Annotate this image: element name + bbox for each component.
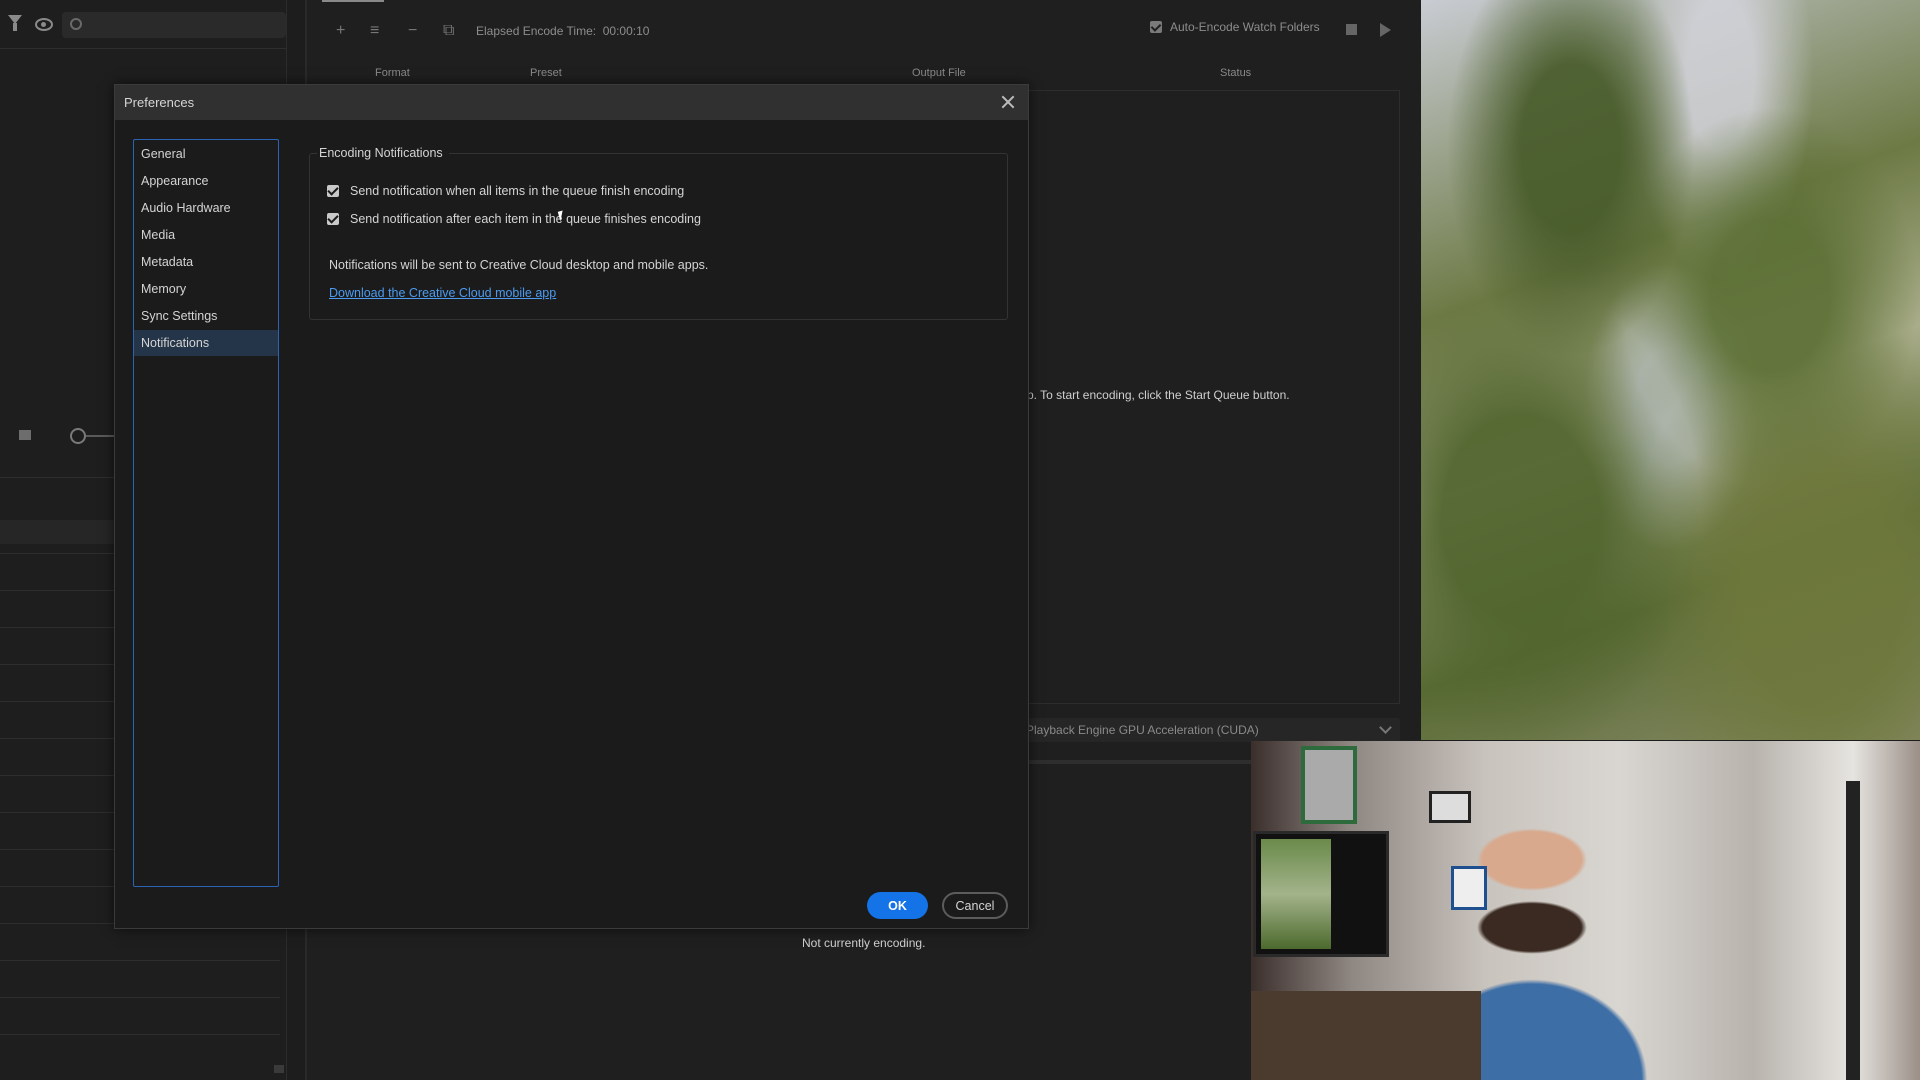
category-memory[interactable]: Memory: [134, 276, 278, 302]
search-input[interactable]: [62, 12, 286, 38]
zoom-slider-track[interactable]: [86, 435, 116, 437]
scrollbar[interactable]: [274, 1065, 284, 1073]
column-header-preset[interactable]: Preset: [530, 67, 562, 79]
notification-info-text: Notifications will be sent to Creative C…: [329, 258, 709, 272]
notify-each-item-checkbox[interactable]: [327, 213, 339, 225]
renderer-select[interactable]: Playback Engine GPU Acceleration (CUDA): [1022, 718, 1400, 742]
renderer-value: Playback Engine GPU Acceleration (CUDA): [1026, 723, 1259, 737]
auto-encode-toggle[interactable]: Auto-Encode Watch Folders: [1150, 20, 1320, 34]
row-divider: [0, 1034, 280, 1035]
remove-icon[interactable]: −: [408, 22, 417, 40]
panel-splitter[interactable]: [1022, 760, 1252, 764]
category-audio-hardware[interactable]: Audio Hardware: [134, 195, 278, 221]
webcam-overlay: [1251, 741, 1920, 1080]
category-general[interactable]: General: [134, 141, 278, 167]
queue-empty-hint: p. To start encoding, click the Start Qu…: [1027, 388, 1290, 402]
notify-queue-finish-option[interactable]: Send notification when all items in the …: [327, 184, 684, 198]
webcam-picture-frame: [1451, 866, 1487, 910]
eye-icon[interactable]: [35, 18, 53, 31]
category-list: General Appearance Audio Hardware Media …: [133, 139, 279, 887]
notify-each-item-label: Send notification after each item in the…: [350, 212, 701, 226]
encoding-status: Not currently encoding.: [802, 936, 926, 950]
elapsed-encode-time: Elapsed Encode Time: 00:00:10: [476, 24, 649, 38]
row-divider: [0, 960, 280, 961]
column-header-status[interactable]: Status: [1220, 67, 1251, 79]
left-panel-divider: [0, 48, 286, 49]
group-title: Encoding Notifications: [317, 146, 449, 160]
chevron-down-icon: [1379, 721, 1392, 734]
webcam-picture-frame: [1301, 746, 1357, 824]
preferences-dialog: Preferences General Appearance Audio Har…: [114, 84, 1029, 929]
elapsed-value: 00:00:10: [602, 24, 650, 38]
filter-icon[interactable]: [8, 15, 22, 31]
category-appearance[interactable]: Appearance: [134, 168, 278, 194]
add-icon[interactable]: +: [336, 22, 345, 40]
tree-video-overlay: [1421, 0, 1920, 740]
category-sync-settings[interactable]: Sync Settings: [134, 303, 278, 329]
webcam-monitor: [1253, 831, 1389, 957]
dialog-titlebar[interactable]: Preferences: [115, 85, 1028, 120]
category-media[interactable]: Media: [134, 222, 278, 248]
close-icon[interactable]: [1000, 94, 1016, 110]
ok-button[interactable]: OK: [867, 892, 928, 919]
auto-encode-label: Auto-Encode Watch Folders: [1170, 20, 1320, 34]
notify-queue-finish-checkbox[interactable]: [327, 185, 339, 197]
zoom-slider-handle[interactable]: [70, 428, 86, 444]
dialog-title: Preferences: [124, 95, 195, 110]
notify-each-item-option[interactable]: Send notification after each item in the…: [327, 212, 701, 226]
row-divider: [0, 997, 280, 998]
column-header-output-file[interactable]: Output File: [912, 67, 966, 79]
column-header-format[interactable]: Format: [375, 67, 410, 79]
stop-icon[interactable]: [1346, 24, 1357, 35]
notify-queue-finish-label: Send notification when all items in the …: [350, 184, 685, 198]
cancel-button[interactable]: Cancel: [942, 892, 1008, 919]
duplicate-icon[interactable]: ⧉: [443, 22, 454, 40]
download-mobile-app-link[interactable]: Download the Creative Cloud mobile app: [329, 286, 556, 300]
settings-icon[interactable]: ≡: [370, 22, 379, 40]
webcam-picture-frame: [1429, 791, 1471, 823]
elapsed-label: Elapsed Encode Time:: [476, 24, 597, 38]
category-metadata[interactable]: Metadata: [134, 249, 278, 275]
webcam-lamp: [1846, 781, 1860, 1080]
auto-encode-checkbox[interactable]: [1150, 21, 1162, 33]
search-icon: [70, 18, 82, 30]
category-notifications[interactable]: Notifications: [134, 330, 278, 356]
active-tab-indicator: [322, 0, 384, 2]
play-icon[interactable]: [1380, 23, 1391, 37]
list-view-icon[interactable]: [19, 430, 31, 440]
webcam-desk: [1251, 991, 1481, 1080]
